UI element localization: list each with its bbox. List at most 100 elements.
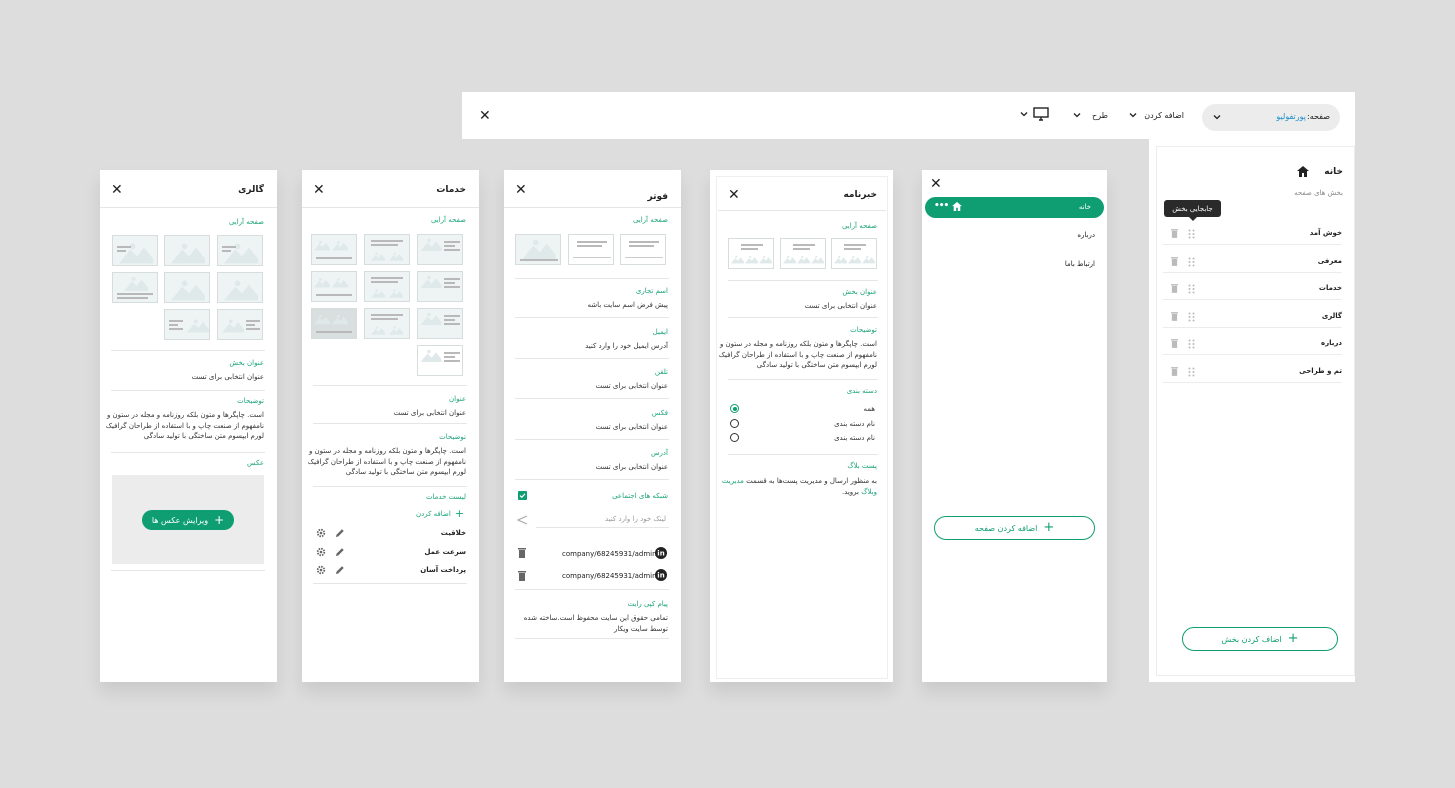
heading-value[interactable]: عنوان انتخابی برای تست bbox=[394, 409, 466, 417]
drag-handle-icon[interactable] bbox=[1188, 229, 1195, 241]
drag-handle-icon[interactable] bbox=[1188, 257, 1195, 269]
gear-icon[interactable] bbox=[316, 565, 326, 577]
social-link-value[interactable]: company/68245931/admin/ bbox=[562, 550, 659, 558]
layout-option[interactable] bbox=[831, 238, 877, 269]
more-icon[interactable]: ••• bbox=[934, 201, 949, 211]
category-option: همه bbox=[863, 405, 876, 413]
layout-option[interactable] bbox=[780, 238, 826, 269]
layout-option[interactable] bbox=[217, 272, 263, 303]
layout-option[interactable] bbox=[417, 308, 463, 339]
linkedin-icon[interactable]: in bbox=[655, 569, 667, 583]
add-page-button[interactable]: + اضافه کردن صفحه bbox=[934, 516, 1095, 540]
layout-grid bbox=[302, 170, 479, 376]
add-service-button[interactable]: + اضافه کردن bbox=[416, 508, 464, 519]
section-row[interactable]: خدمات bbox=[1163, 278, 1342, 301]
nav-item-home[interactable]: ••• خانه bbox=[925, 197, 1104, 218]
layout-option[interactable] bbox=[311, 234, 357, 265]
close-icon[interactable]: ✕ bbox=[728, 188, 740, 202]
nav-item-contact[interactable]: ارتباط باما bbox=[1065, 260, 1095, 268]
trash-icon[interactable] bbox=[1171, 284, 1178, 295]
description-text[interactable]: است. چاپگرها و متون بلکه روزنامه و مجله … bbox=[717, 339, 877, 371]
gear-icon[interactable] bbox=[316, 547, 326, 559]
layout-option[interactable] bbox=[164, 309, 210, 340]
close-editor-icon[interactable]: ✕ bbox=[479, 109, 491, 123]
layout-option[interactable] bbox=[217, 309, 263, 340]
category-radio[interactable] bbox=[730, 419, 739, 428]
checkbox-icon[interactable] bbox=[518, 491, 527, 502]
layout-option[interactable] bbox=[217, 235, 263, 266]
layout-option[interactable] bbox=[164, 272, 210, 303]
layout-option[interactable] bbox=[568, 234, 614, 265]
section-label: خوش آمد bbox=[1309, 229, 1342, 237]
category-radio[interactable] bbox=[730, 433, 739, 442]
device-switcher[interactable] bbox=[1019, 107, 1053, 123]
drag-handle-icon[interactable] bbox=[1188, 367, 1195, 379]
section-row[interactable]: گالری bbox=[1163, 306, 1342, 328]
panel-title: خبرنامه bbox=[843, 190, 877, 200]
linkedin-icon[interactable]: in bbox=[655, 547, 667, 561]
section-title-value[interactable]: عنوان انتخابی برای تست bbox=[192, 373, 264, 381]
description-text[interactable]: است. چاپگرها و متون بلکه روزنامه و مجله … bbox=[306, 446, 466, 478]
social-link-value[interactable]: company/68245931/admin/ bbox=[562, 572, 659, 580]
field-value[interactable]: عنوان انتخابی برای تست bbox=[596, 463, 668, 471]
layout-option[interactable] bbox=[417, 234, 463, 265]
section-title-value[interactable]: عنوان انتخابی برای تست bbox=[805, 302, 877, 310]
trash-icon[interactable] bbox=[1171, 367, 1178, 378]
drag-handle-icon[interactable] bbox=[1188, 284, 1195, 296]
layout-option[interactable] bbox=[364, 271, 410, 302]
blog-manage-link[interactable]: مدیریت bbox=[722, 477, 744, 485]
section-title-label: عنوان بخش bbox=[229, 359, 264, 367]
section-label: تم و طراحی bbox=[1299, 367, 1342, 375]
trash-icon[interactable] bbox=[518, 548, 526, 560]
footer-field: آدرس عنوان انتخابی برای تست bbox=[504, 440, 681, 480]
layout-option[interactable] bbox=[112, 235, 158, 266]
edit-icon[interactable] bbox=[335, 547, 345, 559]
drag-handle-icon[interactable] bbox=[1188, 312, 1195, 324]
field-value[interactable]: عنوان انتخابی برای تست bbox=[596, 423, 668, 431]
close-icon[interactable]: ✕ bbox=[930, 177, 942, 191]
trash-icon[interactable] bbox=[1171, 311, 1178, 323]
field-value[interactable]: عنوان انتخابی برای تست bbox=[596, 382, 668, 390]
category-radio-all[interactable] bbox=[730, 404, 739, 413]
layout-option[interactable] bbox=[515, 234, 561, 265]
drag-handle-icon[interactable] bbox=[1188, 339, 1195, 351]
edit-icon[interactable] bbox=[335, 528, 345, 540]
section-title-label: عنوان بخش bbox=[842, 288, 877, 296]
layout-option[interactable] bbox=[620, 234, 666, 265]
section-row[interactable]: درباره bbox=[1163, 333, 1342, 356]
field-value[interactable]: پیش فرض اسم سایت باشه bbox=[587, 301, 668, 309]
layout-option[interactable] bbox=[311, 308, 357, 339]
section-row[interactable]: تم و طراحی bbox=[1163, 361, 1342, 383]
add-menu[interactable]: اضافه کردن bbox=[1128, 111, 1184, 123]
social-link-input[interactable]: لینک خود را وارد کنید bbox=[605, 515, 666, 523]
sections-caption: بخش های صفحه bbox=[1294, 189, 1343, 197]
close-icon[interactable]: ✕ bbox=[515, 183, 527, 197]
layout-option[interactable] bbox=[311, 271, 357, 302]
field-value[interactable]: آدرس ایمیل خود را وارد کنید bbox=[585, 342, 668, 350]
nav-item-about[interactable]: درباره bbox=[1077, 231, 1095, 239]
add-section-button[interactable]: + اضاف کردن بخش bbox=[1182, 627, 1338, 651]
trash-icon[interactable] bbox=[1171, 256, 1178, 268]
chevron-down-icon bbox=[1128, 110, 1138, 122]
trash-icon[interactable] bbox=[1171, 229, 1178, 240]
layout-option[interactable] bbox=[112, 272, 158, 303]
plus-icon: + bbox=[214, 512, 225, 527]
copyright-text[interactable]: تمامی حقوق این سایت محفوظ است.ساخته شده … bbox=[508, 613, 668, 634]
blog-link[interactable]: وبلاگ bbox=[861, 488, 877, 496]
layout-option[interactable] bbox=[164, 235, 210, 266]
layout-option[interactable] bbox=[417, 271, 463, 302]
edit-icon[interactable] bbox=[335, 565, 345, 577]
layout-option[interactable] bbox=[364, 234, 410, 265]
trash-icon[interactable] bbox=[1171, 339, 1178, 350]
gear-icon[interactable] bbox=[316, 528, 326, 540]
design-menu[interactable]: طرح bbox=[1072, 111, 1108, 123]
trash-icon[interactable] bbox=[518, 571, 526, 583]
edit-images-button[interactable]: + ویرایش عکس ها bbox=[142, 510, 234, 530]
layout-option[interactable] bbox=[364, 308, 410, 339]
section-row[interactable]: معرفی bbox=[1163, 251, 1342, 273]
layout-option[interactable] bbox=[728, 238, 774, 269]
description-text[interactable]: است. چاپگرها و متون بلکه روزنامه و مجله … bbox=[104, 410, 264, 442]
layout-option[interactable] bbox=[417, 345, 463, 376]
section-row[interactable]: خوش آمد bbox=[1163, 223, 1342, 245]
page-selector[interactable]: صفحه: پورتفولیو bbox=[1202, 104, 1340, 131]
